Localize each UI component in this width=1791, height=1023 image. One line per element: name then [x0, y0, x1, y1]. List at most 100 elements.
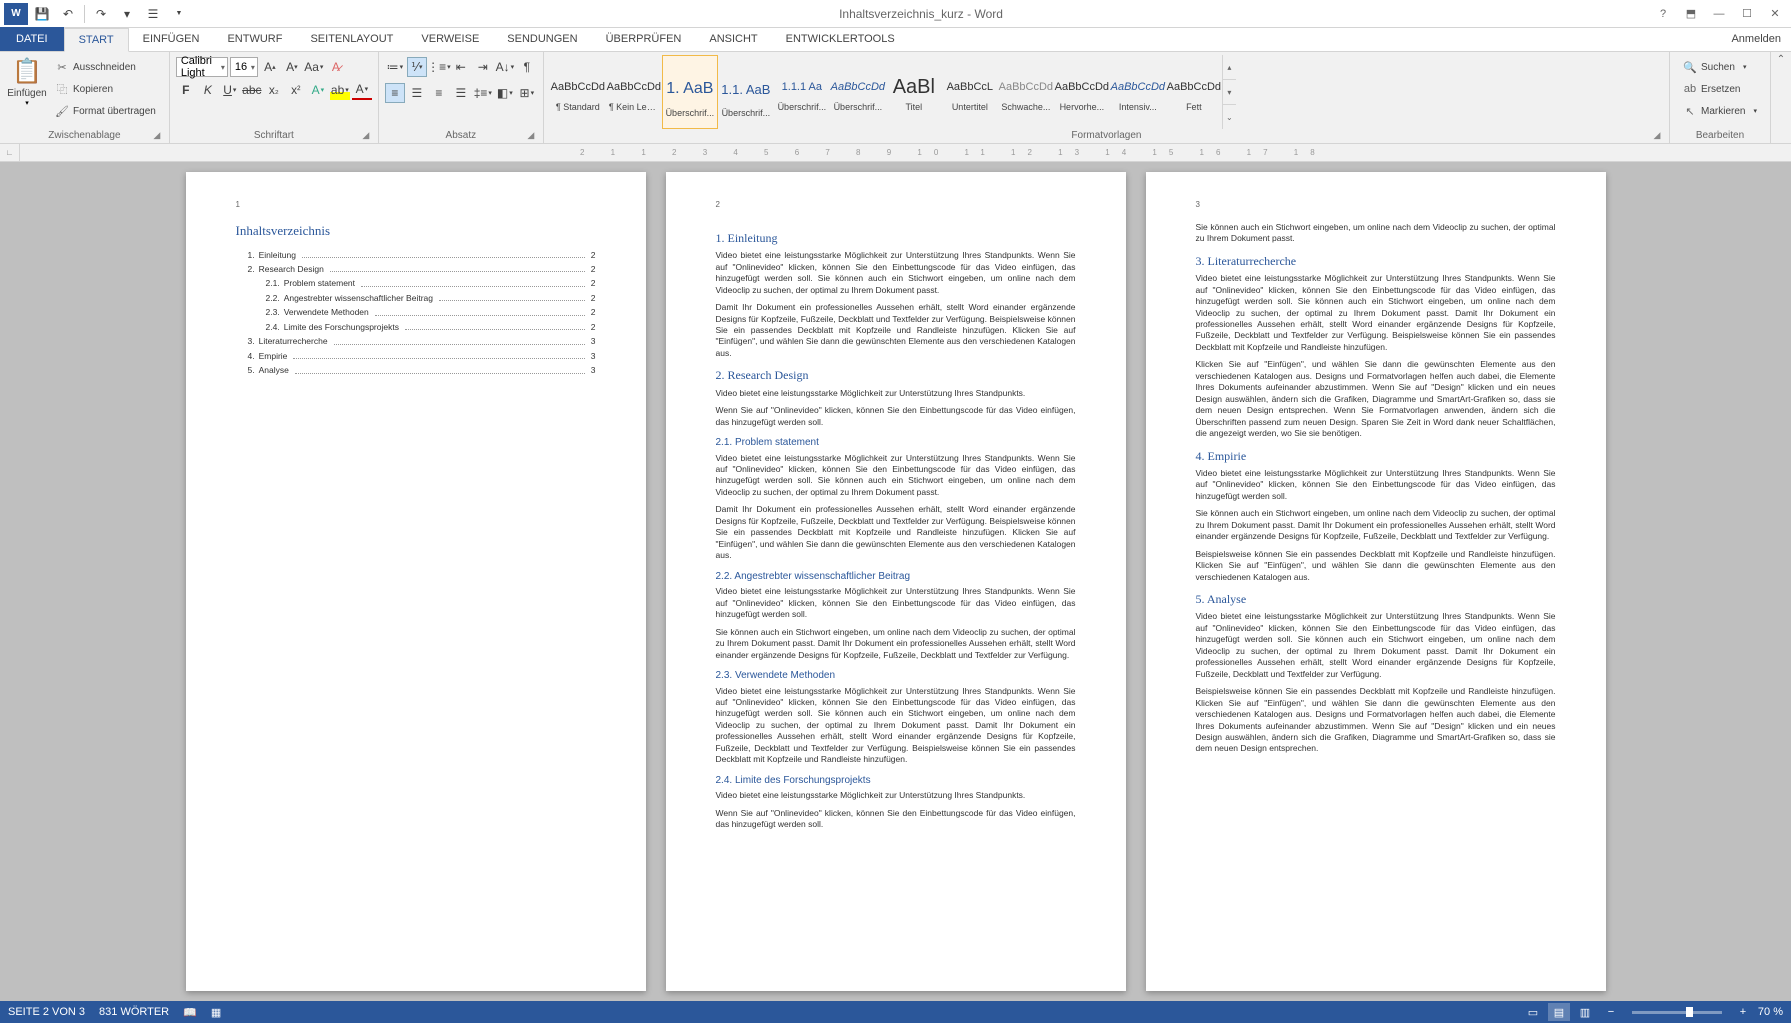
bold-button[interactable]: F — [176, 80, 196, 100]
qat-dropdown-icon[interactable]: ▾ — [115, 3, 139, 25]
italic-button[interactable]: K — [198, 80, 218, 100]
toc-entry[interactable]: 2.1. Problem statement2 — [236, 278, 596, 289]
launcher-icon[interactable]: ◢ — [525, 130, 537, 142]
tab-sendungen[interactable]: SENDUNGEN — [493, 27, 591, 51]
toc-entry[interactable]: 1. Einleitung2 — [236, 250, 596, 261]
underline-button[interactable]: U — [220, 80, 240, 100]
style-item[interactable]: AaBbCcDd¶ Kein Lee... — [606, 55, 662, 129]
style-item[interactable]: AaBbCcDdHervorhe... — [1054, 55, 1110, 129]
page-2[interactable]: 2 1. Einleitung Video bietet eine leistu… — [666, 172, 1126, 991]
tab-ansicht[interactable]: ANSICHT — [695, 27, 771, 51]
shading-button[interactable]: ◧ — [495, 83, 515, 103]
help-icon[interactable]: ? — [1651, 3, 1675, 25]
replace-button[interactable]: abErsetzen — [1680, 79, 1743, 99]
zoom-slider[interactable] — [1632, 1011, 1722, 1014]
show-marks-button[interactable]: ¶ — [517, 57, 537, 77]
justify-button[interactable]: ☰ — [451, 83, 471, 103]
text-effects-button[interactable]: A — [308, 80, 328, 100]
toc-entry[interactable]: 2.2. Angestrebter wissenschaftlicher Bei… — [236, 293, 596, 304]
borders-button[interactable]: ⊞ — [517, 83, 537, 103]
toc-entry[interactable]: 2.4. Limite des Forschungsprojekts2 — [236, 322, 596, 333]
line-spacing-button[interactable]: ‡≡ — [473, 83, 493, 103]
page-indicator[interactable]: SEITE 2 VON 3 — [8, 1006, 85, 1018]
paste-button[interactable]: 📋 Einfügen ▾ — [6, 55, 48, 107]
bullets-button[interactable]: ≔ — [385, 57, 405, 77]
style-item[interactable]: 1.1.1 AaÜberschrif... — [774, 55, 830, 129]
toc-entry[interactable]: 5. Analyse3 — [236, 365, 596, 376]
decrease-indent-button[interactable]: ⇤ — [451, 57, 471, 77]
gallery-more-icon[interactable]: ⌄ — [1223, 105, 1236, 129]
superscript-button[interactable]: x² — [286, 80, 306, 100]
multilevel-button[interactable]: ⋮≡ — [429, 57, 449, 77]
sort-button[interactable]: A↓ — [495, 57, 515, 77]
gallery-up-icon[interactable]: ▴ — [1223, 55, 1236, 80]
maximize-icon[interactable]: ☐ — [1735, 3, 1759, 25]
undo-icon[interactable]: ↶ — [56, 3, 80, 25]
change-case-button[interactable]: Aa — [304, 57, 324, 77]
tab-selector[interactable]: ∟ — [0, 144, 20, 161]
page-1[interactable]: 1 Inhaltsverzeichnis 1. Einleitung22. Re… — [186, 172, 646, 991]
tab-entwurf[interactable]: ENTWURF — [213, 27, 296, 51]
font-name-combo[interactable]: Calibri Light — [176, 57, 228, 77]
tab-start[interactable]: START — [64, 28, 129, 52]
print-layout-icon[interactable]: ▤ — [1548, 1003, 1570, 1021]
style-item[interactable]: AaBbCcDdFett — [1166, 55, 1222, 129]
touch-mode-icon[interactable]: ☰ — [141, 3, 165, 25]
style-item[interactable]: AaBbCcDdSchwache... — [998, 55, 1054, 129]
document-canvas[interactable]: 1 Inhaltsverzeichnis 1. Einleitung22. Re… — [0, 162, 1791, 1001]
tab-seitenlayout[interactable]: SEITENLAYOUT — [296, 27, 407, 51]
toc-entry[interactable]: 2.3. Verwendete Methoden2 — [236, 307, 596, 318]
shrink-font-button[interactable]: A▾ — [282, 57, 302, 77]
toc-entry[interactable]: 3. Literaturrecherche3 — [236, 336, 596, 347]
qat-customize-icon[interactable]: ▼ — [167, 3, 191, 25]
style-item[interactable]: 1.1. AaBÜberschrif... — [718, 55, 774, 129]
style-item[interactable]: AaBlTitel — [886, 55, 942, 129]
zoom-in-icon[interactable]: + — [1732, 1003, 1754, 1021]
tab-file[interactable]: DATEI — [0, 27, 64, 51]
toc-entry[interactable]: 2. Research Design2 — [236, 264, 596, 275]
page-3[interactable]: 3 Sie können auch ein Stichwort eingeben… — [1146, 172, 1606, 991]
tab-entwicklertools[interactable]: ENTWICKLERTOOLS — [772, 27, 909, 51]
numbering-button[interactable]: ⅟ — [407, 57, 427, 77]
launcher-icon[interactable]: ◢ — [151, 130, 163, 142]
toc-entry[interactable]: 4. Empirie3 — [236, 351, 596, 362]
style-item[interactable]: AaBbCcDdÜberschrif... — [830, 55, 886, 129]
word-icon[interactable]: W — [4, 3, 28, 25]
gallery-down-icon[interactable]: ▾ — [1223, 80, 1236, 105]
launcher-icon[interactable]: ◢ — [1651, 130, 1663, 142]
spellcheck-icon[interactable]: 📖 — [183, 1006, 197, 1019]
close-icon[interactable]: ✕ — [1763, 3, 1787, 25]
launcher-icon[interactable]: ◢ — [360, 130, 372, 142]
collapse-ribbon-icon[interactable]: ⌃ — [1771, 52, 1791, 66]
tab-einfügen[interactable]: EINFÜGEN — [129, 27, 214, 51]
select-button[interactable]: ↖Markieren▾ — [1680, 101, 1760, 121]
highlight-button[interactable]: ab — [330, 80, 350, 100]
horizontal-ruler[interactable]: ∟ 2 1 1 2 3 4 5 6 7 8 9 10 11 12 13 14 1… — [0, 144, 1791, 162]
tab-verweise[interactable]: VERWEISE — [407, 27, 493, 51]
font-size-combo[interactable]: 16 — [230, 57, 258, 77]
signin-link[interactable]: Anmelden — [1731, 27, 1791, 51]
cut-button[interactable]: ✂Ausschneiden — [52, 57, 159, 77]
style-item[interactable]: AaBbCcDd¶ Standard — [550, 55, 606, 129]
word-count[interactable]: 831 WÖRTER — [99, 1006, 169, 1018]
align-right-button[interactable]: ≡ — [429, 83, 449, 103]
style-item[interactable]: 1. AaBÜberschrif... — [662, 55, 718, 129]
strikethrough-button[interactable]: abc — [242, 80, 262, 100]
style-item[interactable]: AaBbCcDdIntensiv... — [1110, 55, 1166, 129]
redo-icon[interactable]: ↷ — [89, 3, 113, 25]
increase-indent-button[interactable]: ⇥ — [473, 57, 493, 77]
macro-icon[interactable]: ▦ — [211, 1006, 221, 1019]
format-painter-button[interactable]: 🖌Format übertragen — [52, 101, 159, 121]
zoom-out-icon[interactable]: − — [1600, 1003, 1622, 1021]
align-left-button[interactable]: ≡ — [385, 83, 405, 103]
web-layout-icon[interactable]: ▥ — [1574, 1003, 1596, 1021]
copy-button[interactable]: ⿻Kopieren — [52, 79, 159, 99]
minimize-icon[interactable]: — — [1707, 3, 1731, 25]
tab-überprüfen[interactable]: ÜBERPRÜFEN — [592, 27, 696, 51]
find-button[interactable]: 🔍Suchen▾ — [1680, 57, 1749, 77]
align-center-button[interactable]: ☰ — [407, 83, 427, 103]
zoom-level[interactable]: 70 % — [1758, 1006, 1783, 1018]
read-mode-icon[interactable]: ▭ — [1522, 1003, 1544, 1021]
save-icon[interactable]: 💾 — [30, 3, 54, 25]
clear-formatting-button[interactable]: A̷ — [326, 57, 346, 77]
